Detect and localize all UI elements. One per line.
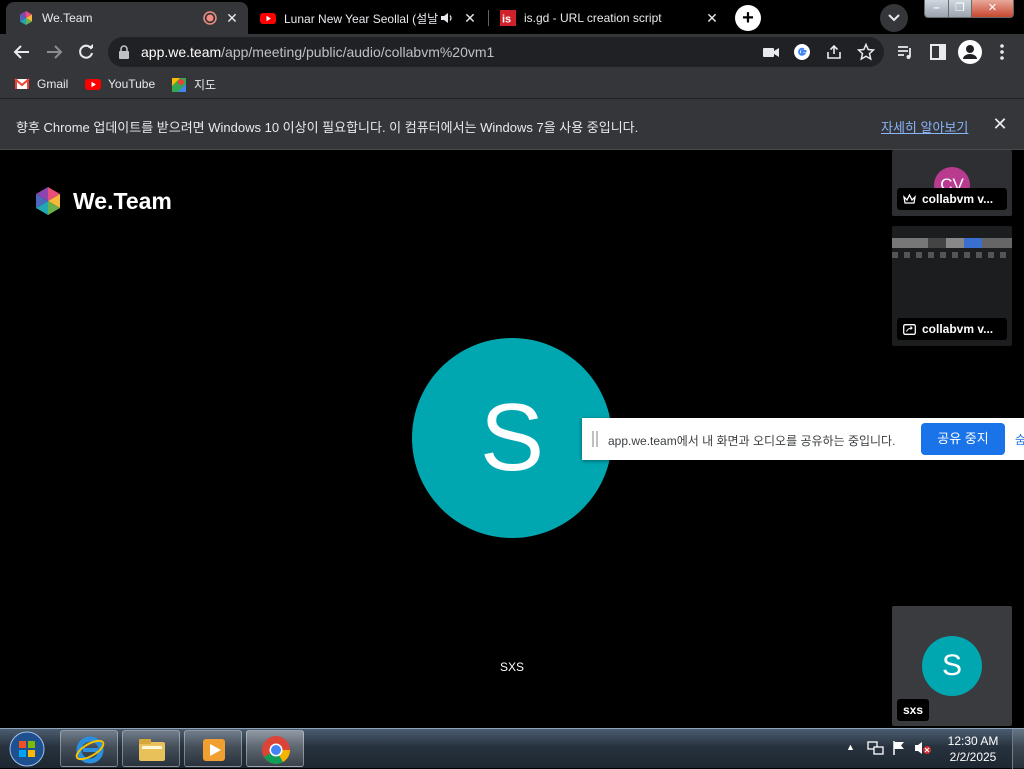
maps-icon [172, 77, 186, 92]
url-host: app.we.team [141, 44, 222, 60]
close-tab-icon[interactable]: ✕ [704, 10, 720, 26]
svg-text:is: is [502, 14, 511, 26]
share-icon[interactable] [825, 43, 843, 61]
back-button[interactable] [9, 39, 35, 65]
tab-youtube[interactable]: Lunar New Year Seollal (설날 ✕ [248, 2, 486, 34]
close-tab-icon[interactable]: ✕ [224, 10, 240, 26]
volume-muted-icon[interactable] [914, 740, 932, 756]
media-control-icon[interactable] [896, 43, 914, 61]
youtube-icon [85, 79, 101, 90]
new-tab-button[interactable]: + [735, 5, 761, 31]
weteam-logo-icon [36, 187, 60, 215]
clock-time[interactable]: 12:30 AM [940, 734, 1006, 748]
file-explorer-icon [139, 739, 165, 761]
tab-title: We.Team [42, 11, 93, 25]
screen-sharing-bar: app.we.team에서 내 화면과 오디오를 공유하는 중입니다. 공유 중… [582, 418, 1024, 460]
tab-isgd[interactable]: is is.gd - URL creation script ✕ [488, 2, 728, 34]
participant-name: sxs [897, 699, 930, 721]
recording-icon [203, 11, 217, 25]
forward-button[interactable] [41, 39, 67, 65]
maximize-button[interactable]: ❐ [948, 0, 972, 18]
isgd-favicon: is [500, 10, 516, 26]
url-text: app.we.team/app/meeting/public/audio/col… [141, 44, 494, 60]
participant-avatar: S [922, 636, 982, 696]
minimize-button[interactable]: – [924, 0, 949, 18]
bookmark-maps[interactable]: 지도 [171, 76, 216, 93]
self-participant-tile[interactable]: S sxs [892, 606, 1012, 726]
participant-name: collabvm v... [922, 192, 994, 206]
tab-title: is.gd - URL creation script [524, 11, 662, 25]
arrow-right-icon [47, 45, 63, 59]
close-window-button[interactable]: ✕ [971, 0, 1014, 18]
taskbar-chrome[interactable] [246, 730, 304, 767]
stop-sharing-button[interactable]: 공유 중지 [921, 423, 1005, 455]
bookmarks-bar: Gmail YouTube 지도 [0, 70, 1024, 98]
drag-handle[interactable] [592, 431, 598, 447]
camera-icon[interactable] [762, 43, 780, 61]
windows-taskbar: ▲ 12:30 AM 2/2/2025 [0, 728, 1024, 769]
weteam-logo: We.Team [32, 185, 172, 217]
profile-button[interactable] [958, 40, 982, 64]
tab-weteam[interactable]: We.Team ✕ [6, 2, 248, 34]
youtube-favicon [260, 13, 276, 24]
participant-name: collabvm v... [922, 322, 994, 336]
show-desktop-button[interactable] [1012, 729, 1024, 769]
weteam-favicon [20, 11, 32, 25]
reload-button[interactable] [73, 39, 99, 65]
arrow-left-icon [13, 45, 29, 59]
bookmark-label: 지도 [194, 78, 217, 92]
meeting-area: We.Team S SXS CV collabvm v... collabvm … [0, 150, 1024, 728]
gmail-icon [14, 78, 30, 89]
google-lens-icon[interactable] [793, 43, 811, 61]
tab-strip: We.Team ✕ Lunar New Year Seollal (설날 ✕ i… [0, 0, 1024, 34]
clock-date[interactable]: 2/2/2025 [940, 750, 1006, 764]
bookmark-label: Gmail [37, 77, 69, 91]
taskbar-internet-explorer[interactable] [60, 730, 118, 767]
update-infobar: 향후 Chrome 업데이트를 받으려면 Windows 10 이상이 필요합니… [0, 98, 1024, 150]
taskbar-media-player[interactable] [184, 730, 242, 767]
url-path: /app/meeting/public/audio/collabvm%20vm1 [221, 44, 495, 60]
tab-search-button[interactable] [880, 4, 908, 32]
taskbar-file-explorer[interactable] [122, 730, 180, 767]
bookmark-gmail[interactable]: Gmail [14, 76, 68, 92]
participant-label: collabvm v... [897, 188, 1007, 210]
main-participant-name: SXS [499, 660, 524, 674]
learn-more-link[interactable]: 자세히 알아보기 [881, 117, 968, 136]
screen-preview [892, 238, 1012, 248]
sharing-message: app.we.team에서 내 화면과 오디오를 공유하는 중입니다. [608, 434, 896, 448]
bookmark-youtube[interactable]: YouTube [85, 76, 155, 92]
bookmark-star-icon[interactable] [857, 43, 875, 61]
close-icon[interactable]: ✕ [990, 114, 1010, 134]
logo-text: We.Team [73, 187, 172, 214]
infobar-message: 향후 Chrome 업데이트를 받으려면 Windows 10 이상이 필요합니… [16, 120, 639, 135]
chevron-down-icon [888, 14, 900, 22]
start-button[interactable] [7, 730, 47, 768]
screen-share-icon [903, 323, 916, 335]
person-icon [963, 45, 977, 59]
speaker-icon[interactable] [440, 11, 454, 25]
bookmark-label: YouTube [108, 77, 156, 91]
screen-share-tile[interactable]: collabvm v... [892, 226, 1012, 346]
participant-tile[interactable]: CV collabvm v... [892, 150, 1012, 216]
browser-toolbar: app.we.team/app/meeting/public/audio/col… [0, 34, 1024, 70]
crown-icon [903, 193, 916, 204]
network-icon[interactable] [866, 740, 884, 756]
tray-overflow-icon[interactable]: ▲ [846, 742, 855, 752]
menu-dots-icon[interactable] [993, 43, 1011, 61]
media-player-icon [203, 739, 225, 761]
side-panel-icon[interactable] [929, 43, 947, 61]
action-center-flag-icon[interactable] [890, 740, 908, 756]
reload-icon [79, 44, 93, 59]
address-bar[interactable]: app.we.team/app/meeting/public/audio/col… [108, 37, 884, 67]
lock-icon[interactable] [118, 45, 130, 59]
hide-link[interactable]: 숨기기 [1015, 431, 1024, 448]
tab-title: Lunar New Year Seollal (설날 [284, 11, 439, 26]
participant-label: collabvm v... [897, 318, 1007, 340]
chrome-icon [262, 736, 290, 764]
internet-explorer-icon [75, 736, 105, 764]
close-tab-icon[interactable]: ✕ [462, 10, 478, 26]
screen-preview-content [892, 252, 1012, 258]
